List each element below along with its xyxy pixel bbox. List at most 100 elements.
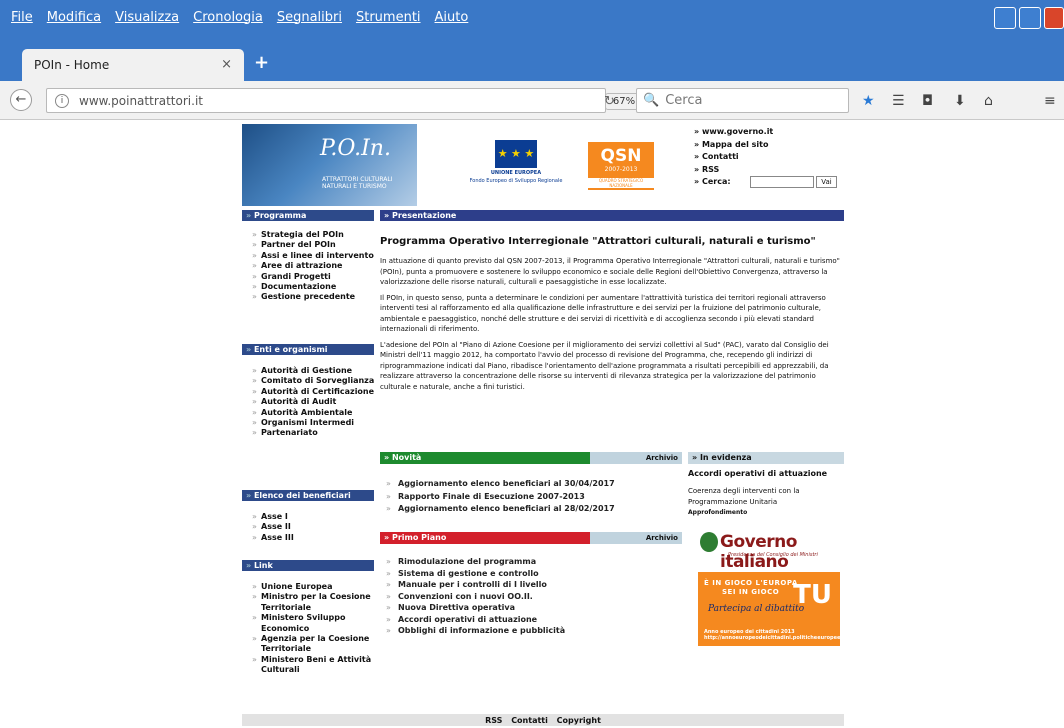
- search-input[interactable]: 🔍 Cerca: [636, 88, 849, 113]
- qsn-label: QSN: [600, 146, 642, 166]
- novita-archive-link[interactable]: Archivio: [590, 452, 682, 464]
- close-window-button[interactable]: [1044, 7, 1064, 29]
- list-item[interactable]: Manuale per i controlli di I livello: [386, 579, 565, 591]
- sidebar-list-link: Unione Europea Ministro per la Coesione …: [252, 582, 377, 676]
- sidebar-item[interactable]: Ministero Beni e Attività Culturali: [252, 655, 377, 676]
- menu-segnalibri[interactable]: Segnalibri: [277, 10, 342, 25]
- tab-title: POIn - Home: [34, 58, 110, 72]
- menu-file[interactable]: File: [11, 10, 33, 25]
- governo-banner[interactable]: Governo italiano Presidenza del Consigli…: [698, 528, 840, 572]
- sidebar-item[interactable]: Asse II: [252, 522, 377, 533]
- search-icon: 🔍: [643, 93, 660, 108]
- link-mappa[interactable]: Mappa del sito: [694, 139, 773, 152]
- sidebar-item[interactable]: Partenariato: [252, 428, 377, 439]
- reload-icon[interactable]: ↻: [604, 94, 615, 109]
- footer-contatti-link[interactable]: Contatti: [511, 716, 548, 725]
- list-item[interactable]: Aggiornamento elenco beneficiari al 30/0…: [386, 478, 615, 491]
- sidebar-item[interactable]: Unione Europea: [252, 582, 377, 593]
- list-item[interactable]: Accordi operativi di attuazione: [386, 614, 565, 626]
- footer-rss-link[interactable]: RSS: [485, 716, 502, 725]
- tab-poin-home[interactable]: POIn - Home ×: [22, 49, 244, 81]
- sidebar-heading-programma: Programma: [242, 210, 374, 221]
- governo-sub: Presidenza del Consiglio dei Ministri: [728, 552, 818, 558]
- sidebar-item[interactable]: Autorità Ambientale: [252, 408, 377, 419]
- sidebar-item[interactable]: Aree di attrazione: [252, 261, 377, 272]
- sidebar-item[interactable]: Gestione precedente: [252, 292, 377, 303]
- reading-list-icon[interactable]: ☰: [892, 93, 905, 109]
- sidebar-item[interactable]: Grandi Progetti: [252, 272, 377, 283]
- minimize-button[interactable]: [994, 7, 1016, 29]
- sidebar-item[interactable]: Documentazione: [252, 282, 377, 293]
- list-item[interactable]: Convenzioni con i nuovi OO.II.: [386, 591, 565, 603]
- europa-banner-text: È IN GIOCO L'EUROPA SEI IN GIOCO: [704, 579, 798, 597]
- approfondimento-link[interactable]: Approfondimento: [688, 509, 747, 516]
- eu-sub: Fondo Europeo di Sviluppo Regionale: [469, 178, 563, 184]
- menu-aiuto[interactable]: Aiuto: [435, 10, 469, 25]
- primo-piano-bar: Primo Piano Archivio: [380, 532, 682, 544]
- link-contatti[interactable]: Contatti: [694, 151, 773, 164]
- sidebar-item[interactable]: Strategia del POIn: [252, 230, 377, 241]
- menu-cronologia[interactable]: Cronologia: [193, 10, 263, 25]
- section-heading-presentazione: Presentazione: [380, 210, 844, 221]
- bookmark-star-icon[interactable]: ★: [862, 93, 875, 109]
- sidebar-item[interactable]: Autorità di Gestione: [252, 366, 377, 377]
- url-bar[interactable]: i www.poinattrattori.it 67%: [46, 88, 643, 113]
- sidebar-item[interactable]: Asse III: [252, 533, 377, 544]
- back-button[interactable]: ←: [10, 89, 32, 111]
- menu-strumenti[interactable]: Strumenti: [356, 10, 421, 25]
- sidebar-item[interactable]: Organismi Intermedi: [252, 418, 377, 429]
- list-item[interactable]: Sistema di gestione e controllo: [386, 568, 565, 580]
- list-item[interactable]: Rapporto Finale di Esecuzione 2007-2013: [386, 491, 615, 504]
- sidebar-item[interactable]: Partner del POIn: [252, 240, 377, 251]
- italy-emblem-icon: [700, 532, 718, 552]
- info-icon[interactable]: i: [55, 93, 69, 108]
- link-rss[interactable]: RSS: [694, 164, 773, 177]
- novita-list: Aggiornamento elenco beneficiari al 30/0…: [386, 478, 615, 516]
- page-footer: RSS Contatti Copyright: [242, 714, 844, 726]
- list-item[interactable]: Rimodulazione del programma: [386, 556, 565, 568]
- page-title: Programma Operativo Interregionale "Attr…: [380, 236, 816, 247]
- europa-footer2: http://annoeuropeodeicittadini.politiche…: [704, 635, 849, 641]
- vai-button[interactable]: Vai: [816, 176, 837, 188]
- sidebar-item[interactable]: Ministro per la Coesione Territoriale: [252, 592, 377, 613]
- download-icon[interactable]: ⬇: [954, 93, 966, 109]
- link-governo[interactable]: www.governo.it: [694, 126, 773, 139]
- sidebar-item[interactable]: Asse I: [252, 512, 377, 523]
- tab-close-icon[interactable]: ×: [221, 57, 232, 72]
- europa-line2: SEI IN GIOCO: [722, 588, 780, 596]
- novita-heading: Novità: [380, 452, 590, 464]
- sidebar-item[interactable]: Ministero Sviluppo Economico: [252, 613, 377, 634]
- menu-visualizza[interactable]: Visualizza: [115, 10, 179, 25]
- qsn-sub: QUADRO STRATEGICO NAZIONALE: [588, 178, 654, 188]
- menu-modifica[interactable]: Modifica: [47, 10, 101, 25]
- menu-bar: File Modifica Visualizza Cronologia Segn…: [0, 0, 1064, 34]
- list-item[interactable]: Nuova Direttiva operativa: [386, 602, 565, 614]
- qsn-years: 2007-2013: [604, 166, 638, 173]
- evidenza-headline[interactable]: Accordi operativi di attuazione: [688, 469, 827, 478]
- url-text: www.poinattrattori.it: [79, 93, 203, 108]
- eu-logo: ★ ★ ★ UNIONE EUROPEA Fondo Europeo di Sv…: [452, 140, 580, 194]
- intro-paragraph: Il POIn, in questo senso, punta a determ…: [380, 293, 826, 334]
- pocket-icon[interactable]: ◘: [922, 93, 933, 109]
- sidebar-item[interactable]: Comitato di Sorveglianza: [252, 376, 377, 387]
- sidebar-item[interactable]: Agenzia per la Coesione Territoriale: [252, 634, 377, 655]
- hamburger-menu-icon[interactable]: ≡: [1044, 93, 1056, 109]
- sidebar-item[interactable]: Autorità di Audit: [252, 397, 377, 408]
- new-tab-button[interactable]: +: [254, 52, 269, 73]
- home-icon[interactable]: ⌂: [984, 93, 993, 109]
- sidebar-item[interactable]: Autorità di Certificazione: [252, 387, 377, 398]
- logo-subtitle: ATTRATTORI CULTURALI NATURALI E TURISMO: [322, 176, 393, 190]
- maximize-button[interactable]: [1019, 7, 1041, 29]
- europa-handwritten: Partecipa al dibattito: [708, 604, 805, 614]
- europa-banner[interactable]: È IN GIOCO L'EUROPA SEI IN GIOCO TU Part…: [698, 572, 848, 646]
- sidebar-item[interactable]: Assi e linee di intervento: [252, 251, 377, 262]
- eu-flag-icon: ★ ★ ★: [495, 140, 537, 168]
- poin-logo[interactable]: P.O.In. ATTRATTORI CULTURALI NATURALI E …: [242, 124, 417, 206]
- site-search-input[interactable]: [750, 176, 814, 188]
- primo-piano-archive-link[interactable]: Archivio: [590, 532, 682, 544]
- intro-text: In attuazione di quanto previsto dal QSN…: [380, 256, 842, 397]
- list-item[interactable]: Obblighi di informazione e pubblicità: [386, 625, 565, 637]
- primo-piano-list: Rimodulazione del programma Sistema di g…: [386, 556, 565, 637]
- footer-copyright-link[interactable]: Copyright: [557, 716, 601, 725]
- list-item[interactable]: Aggiornamento elenco beneficiari al 28/0…: [386, 503, 615, 516]
